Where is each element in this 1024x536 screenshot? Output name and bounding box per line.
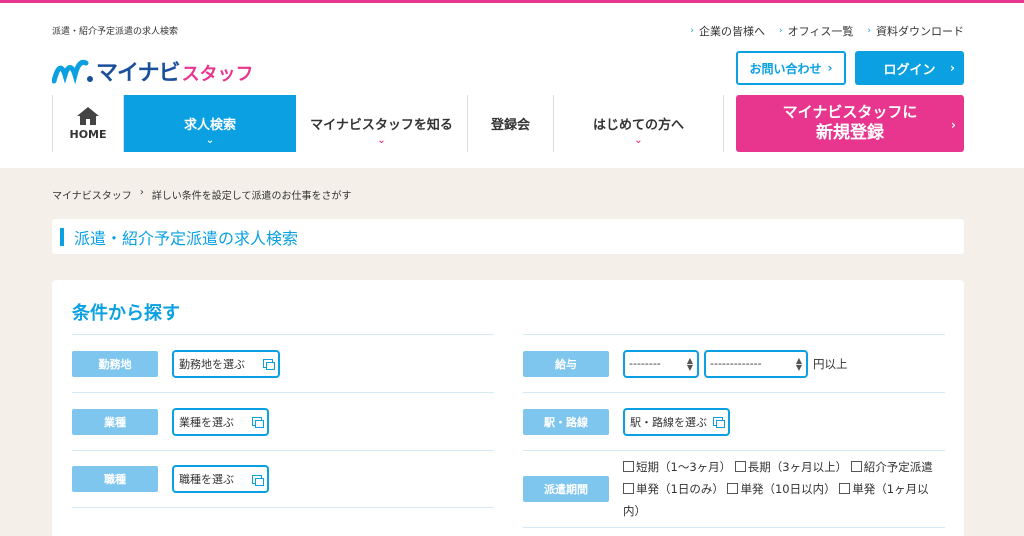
site-tagline: 派遣・紹介予定派遣の求人検索 <box>52 27 179 37</box>
breadcrumb-current: 詳しい条件を設定して派遣のお仕事をさがす <box>151 191 352 202</box>
checkbox[interactable] <box>727 483 739 494</box>
logo-text-main: マイナビ <box>96 61 181 86</box>
checkbox[interactable] <box>623 483 634 494</box>
arrow-right-icon: › <box>690 26 694 36</box>
select-station-button[interactable]: 駅・路線を選ぶ <box>623 407 730 436</box>
chevron-right-icon: › <box>951 118 956 132</box>
label-industry: 業種 <box>72 408 158 435</box>
salary-type-select[interactable]: -------- ▲ ▼ <box>623 349 699 378</box>
arrow-right-icon: › <box>779 26 783 36</box>
link-corporate[interactable]: › 企業の皆様へ <box>690 23 765 39</box>
conditions-right-column: 給与 -------- ▲ ▼ ------------- ▲ ▼ 円以上 駅・路線… <box>523 334 945 528</box>
row-job-type: 職種 職種を選ぶ <box>72 450 494 508</box>
search-conditions-card: 条件から探す 勤務地 勤務地を選ぶ 業種 業種を選ぶ 職種 職種を選ぶ 給与 -… <box>52 280 964 536</box>
nav-events[interactable]: 登録会 <box>468 95 554 152</box>
period-option[interactable]: 単発（1日のみ） <box>623 482 724 496</box>
nav-home[interactable]: HOME <box>52 95 124 152</box>
label-job-type: 職種 <box>72 466 158 492</box>
open-window-icon <box>713 417 725 428</box>
logo-text-sub: スタッフ <box>181 64 254 85</box>
register-button[interactable]: マイナビスタッフに 新規登録 › <box>736 95 964 152</box>
main-nav: HOME 求人検索 ⌄ マイナビスタッフを知る ⌄ 登録会 はじめての方へ ⌄ <box>52 95 724 152</box>
logo-mark-icon <box>52 59 93 85</box>
period-option[interactable]: 長期（3ヶ月以上） <box>734 460 847 474</box>
search-heading: 条件から探す <box>72 303 180 324</box>
updown-arrows-icon: ▲ ▼ <box>686 355 693 372</box>
row-industry: 業種 業種を選ぶ <box>72 392 494 450</box>
open-window-icon <box>263 359 275 370</box>
select-job-type-button[interactable]: 職種を選ぶ <box>172 465 269 493</box>
period-option[interactable]: 紹介予定派遣 <box>850 460 933 474</box>
chevron-right-icon: › <box>827 61 833 75</box>
checkbox[interactable] <box>850 461 862 472</box>
salary-amount-select[interactable]: ------------- ▲ ▼ <box>704 349 808 378</box>
row-period: 派遣期間 短期（1〜3ヶ月） 長期（3ヶ月以上） 紹介予定派遣 単発（1日のみ）… <box>523 450 945 528</box>
page-title: 派遣・紹介予定派遣の求人検索 <box>74 228 299 248</box>
select-industry-button[interactable]: 業種を選ぶ <box>172 407 269 436</box>
period-option[interactable]: 短期（1〜3ヶ月） <box>623 460 731 474</box>
row-salary: 給与 -------- ▲ ▼ ------------- ▲ ▼ 円以上 <box>523 334 945 392</box>
label-station: 駅・路線 <box>523 408 609 435</box>
period-option[interactable]: 単発（10日以内） <box>727 482 836 496</box>
chevron-right-icon: › <box>950 61 955 75</box>
open-window-icon <box>252 417 264 428</box>
login-button[interactable]: ログイン › <box>855 51 964 85</box>
link-downloads[interactable]: › 資料ダウンロード <box>867 23 964 39</box>
site-logo[interactable]: マイナビ スタッフ <box>52 55 254 87</box>
salary-suffix: 円以上 <box>813 356 848 371</box>
home-icon <box>77 107 99 125</box>
checkbox[interactable] <box>734 461 746 472</box>
select-location-button[interactable]: 勤務地を選ぶ <box>172 349 280 378</box>
nav-first-time[interactable]: はじめての方へ ⌄ <box>554 95 724 152</box>
row-location: 勤務地 勤務地を選ぶ <box>72 334 494 392</box>
chevron-down-icon: ⌄ <box>205 135 215 146</box>
page-title-box: 派遣・紹介予定派遣の求人検索 <box>52 219 964 254</box>
label-salary: 給与 <box>523 350 609 377</box>
title-accent-bar <box>60 227 64 246</box>
chevron-down-icon: ⌄ <box>377 135 386 146</box>
label-period: 派遣期間 <box>523 476 609 502</box>
breadcrumb: マイナビスタッフ › 詳しい条件を設定して派遣のお仕事をさがす <box>52 187 352 202</box>
link-offices[interactable]: › オフィス一覧 <box>779 23 853 39</box>
open-window-icon <box>252 474 264 486</box>
updown-arrows-icon: ▲ ▼ <box>795 355 802 372</box>
chevron-down-icon: ⌄ <box>634 135 643 146</box>
breadcrumb-separator: › <box>139 187 144 198</box>
label-location: 勤務地 <box>72 350 158 377</box>
nav-about[interactable]: マイナビスタッフを知る ⌄ <box>296 95 468 152</box>
period-checkbox-group: 短期（1〜3ヶ月） 長期（3ヶ月以上） 紹介予定派遣 単発（1日のみ） 単発（1… <box>623 456 941 522</box>
main-content: マイナビスタッフ › 詳しい条件を設定して派遣のお仕事をさがす 派遣・紹介予定派… <box>0 168 1024 536</box>
site-header: 派遣・紹介予定派遣の求人検索 マイナビ スタッフ › 企業の皆様へ › オフィス一覧… <box>0 3 1024 168</box>
arrow-right-icon: › <box>867 26 871 36</box>
row-station: 駅・路線 駅・路線を選ぶ <box>523 392 945 450</box>
conditions-left-column: 勤務地 勤務地を選ぶ 業種 業種を選ぶ 職種 職種を選ぶ <box>72 334 494 508</box>
utility-links: › 企業の皆様へ › オフィス一覧 › 資料ダウンロード <box>690 23 964 39</box>
contact-button[interactable]: お問い合わせ › <box>736 51 846 85</box>
nav-job-search[interactable]: 求人検索 ⌄ <box>124 95 296 152</box>
breadcrumb-home[interactable]: マイナビスタッフ <box>52 187 132 202</box>
checkbox[interactable] <box>839 483 851 494</box>
checkbox[interactable] <box>623 461 634 472</box>
